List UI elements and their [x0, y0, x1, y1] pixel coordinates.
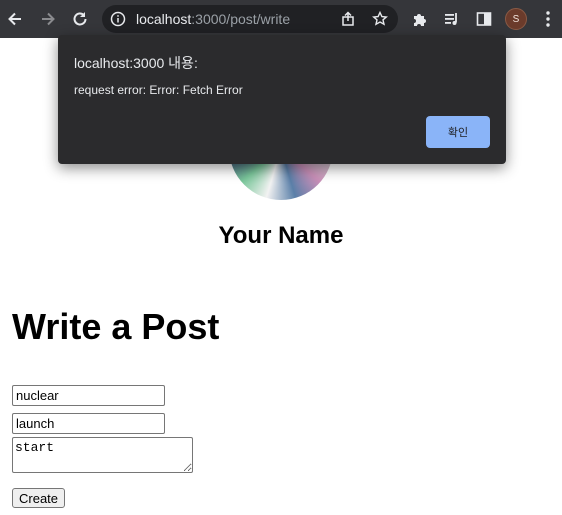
reload-icon[interactable] [70, 9, 90, 29]
url-path: :3000/post/write [191, 11, 291, 27]
post-body-textarea[interactable]: start [12, 437, 193, 473]
kebab-menu-icon[interactable] [538, 9, 558, 29]
dialog-ok-button[interactable]: 확인 [426, 116, 490, 148]
back-arrow-icon[interactable] [5, 9, 25, 29]
dialog-message: request error: Error: Fetch Error [74, 83, 243, 97]
post-field-1[interactable] [12, 385, 165, 406]
page-title: Write a Post [12, 306, 220, 347]
post-field-2[interactable] [12, 413, 165, 434]
share-icon[interactable] [338, 9, 358, 29]
forward-arrow-icon[interactable] [38, 9, 58, 29]
avatar[interactable]: S [505, 8, 527, 30]
puzzle-icon[interactable] [410, 9, 430, 29]
create-button[interactable]: Create [12, 488, 66, 508]
address-bar[interactable]: localhost:3000/post/write [102, 5, 398, 33]
star-icon[interactable] [370, 9, 390, 29]
browser-toolbar: localhost:3000/post/write S [0, 0, 562, 38]
alert-dialog: localhost:3000 내용: request error: Error:… [58, 35, 506, 164]
info-icon[interactable] [108, 9, 128, 29]
side-panel-icon[interactable] [474, 9, 494, 29]
url-text: localhost:3000/post/write [136, 11, 290, 27]
url-host: localhost [136, 11, 192, 27]
media-queue-icon[interactable] [442, 9, 462, 29]
dialog-title: localhost:3000 내용: [74, 55, 198, 71]
profile-name: Your Name [218, 222, 344, 249]
